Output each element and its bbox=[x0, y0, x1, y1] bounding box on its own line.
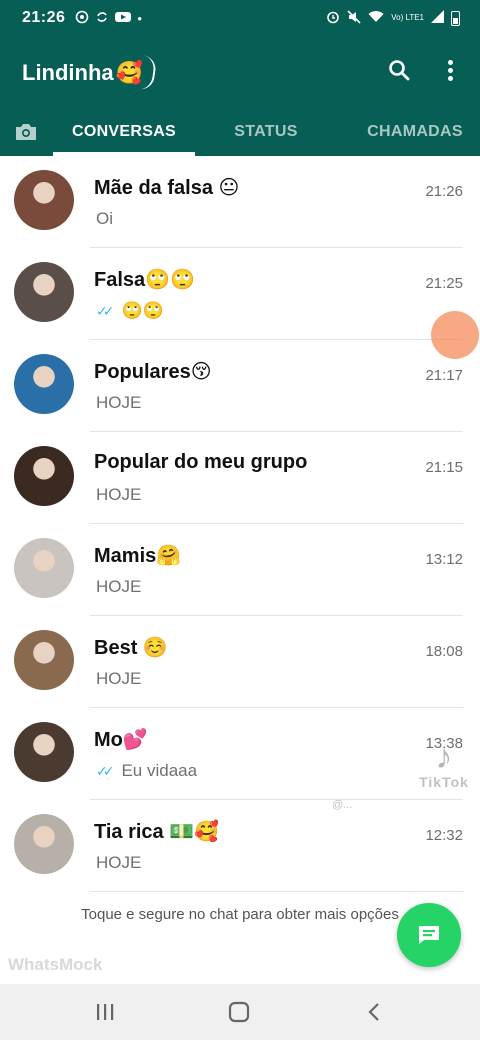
back-icon bbox=[368, 1003, 379, 1021]
home-icon bbox=[228, 1001, 250, 1023]
divider bbox=[90, 891, 463, 892]
tab-status[interactable]: STATUS bbox=[210, 108, 322, 156]
chat-name: Mo💕 bbox=[94, 729, 148, 751]
tiktok-watermark: ♪ TikTok bbox=[412, 740, 476, 790]
chat-row[interactable]: Mamis🤗 13:12 HOJE bbox=[0, 524, 480, 616]
signal-icon bbox=[431, 10, 444, 26]
chat-name: Mãe da falsa 😐 bbox=[94, 177, 240, 199]
chat-preview: ✓✓ 🙄🙄 bbox=[96, 301, 164, 321]
system-nav-bar bbox=[0, 984, 480, 1040]
chat-time: 21:25 bbox=[425, 275, 463, 292]
chat-preview: HOJE bbox=[96, 853, 141, 873]
avatar[interactable] bbox=[14, 354, 74, 414]
mute-icon bbox=[347, 9, 361, 27]
status-bar: 21:26 • Vo) LTE1 bbox=[0, 0, 480, 36]
chat-preview: HOJE bbox=[96, 485, 141, 505]
chat-preview-text: Eu vidaaa bbox=[121, 761, 198, 780]
chat-row[interactable]: Best ☺️ 18:08 HOJE bbox=[0, 616, 480, 708]
youtube-icon bbox=[115, 11, 132, 26]
camera-icon bbox=[16, 124, 36, 140]
tiktok-label: TikTok bbox=[419, 774, 469, 790]
chat-time: 12:32 bbox=[425, 827, 463, 844]
sync-icon bbox=[95, 10, 109, 27]
chat-preview: ✓✓ Eu vidaaa bbox=[96, 761, 197, 781]
chat-time: 13:12 bbox=[425, 551, 463, 568]
avatar[interactable] bbox=[14, 538, 74, 598]
app-title-text: Lindinha bbox=[22, 60, 114, 85]
more-vert-icon bbox=[447, 59, 453, 81]
status-left-icons: • bbox=[75, 10, 142, 27]
search-icon bbox=[389, 60, 410, 81]
tab-conversas[interactable]: CONVERSAS bbox=[53, 108, 195, 156]
tab-bar: CONVERSAS STATUS CHAMADAS bbox=[0, 108, 480, 156]
chat-name: Best ☺️ bbox=[94, 637, 168, 659]
tab-camera[interactable] bbox=[0, 108, 52, 156]
chat-name: Popular do meu grupo bbox=[94, 451, 308, 473]
back-button[interactable] bbox=[344, 984, 404, 1040]
chat-row[interactable]: Mo💕 13:38 ✓✓ Eu vidaaa bbox=[0, 708, 480, 800]
chat-name: Tia rica 💵🥰 bbox=[94, 821, 220, 843]
chat-row[interactable]: Mãe da falsa 😐 21:26 Oi bbox=[0, 156, 480, 248]
status-right-icons: Vo) LTE1 bbox=[326, 9, 460, 27]
app-watermark: WhatsMock bbox=[8, 955, 103, 974]
chat-preview: HOJE bbox=[96, 577, 141, 597]
avatar[interactable] bbox=[14, 170, 74, 230]
tab-chamadas[interactable]: CHAMADAS bbox=[350, 108, 480, 156]
touch-indicator bbox=[431, 311, 479, 359]
message-icon bbox=[419, 926, 439, 944]
chat-row[interactable]: Populares😚 21:17 HOJE bbox=[0, 340, 480, 432]
tiktok-icon: ♪ bbox=[435, 738, 453, 776]
chat-preview-text: HOJE bbox=[96, 669, 142, 688]
chat-time: 21:15 bbox=[425, 459, 463, 476]
avatar[interactable] bbox=[14, 446, 74, 506]
recent-apps-button[interactable] bbox=[75, 984, 135, 1040]
chat-preview: HOJE bbox=[96, 669, 141, 689]
chat-time: 18:08 bbox=[425, 643, 463, 660]
app-title: Lindinha 🥰 bbox=[22, 55, 158, 91]
chat-time: 21:17 bbox=[425, 367, 463, 384]
chat-name: Populares😚 bbox=[94, 361, 212, 383]
recent-apps-icon bbox=[97, 1004, 114, 1020]
chat-preview-text: 🙄🙄 bbox=[121, 301, 164, 320]
double-check-icon: ✓✓ bbox=[96, 762, 115, 779]
chat-preview: Oi bbox=[96, 209, 113, 229]
tiktok-username: @... bbox=[332, 799, 353, 811]
more-options-button[interactable] bbox=[432, 52, 468, 88]
chat-name: Falsa🙄🙄 bbox=[94, 269, 195, 291]
avatar[interactable] bbox=[14, 630, 74, 690]
chat-preview-text: HOJE bbox=[96, 853, 142, 872]
chat-preview-text: HOJE bbox=[96, 393, 142, 412]
battery-icon bbox=[451, 10, 460, 26]
double-check-icon: ✓✓ bbox=[96, 302, 115, 319]
chat-row[interactable]: Popular do meu grupo 21:15 HOJE bbox=[0, 432, 480, 524]
chat-name: Mamis🤗 bbox=[94, 545, 182, 567]
app-bar: Lindinha 🥰 CONVERSAS STATUS CHAMADAS bbox=[0, 36, 480, 156]
chat-preview: HOJE bbox=[96, 393, 141, 413]
heart-doodle-icon bbox=[136, 55, 158, 91]
chat-preview-text: HOJE bbox=[96, 485, 142, 504]
status-time: 21:26 bbox=[22, 9, 66, 26]
avatar[interactable] bbox=[14, 814, 74, 874]
chat-row[interactable]: Tia rica 💵🥰 12:32 HOJE bbox=[0, 800, 480, 892]
avatar[interactable] bbox=[14, 722, 74, 782]
avatar[interactable] bbox=[14, 262, 74, 322]
dot-icon: • bbox=[137, 10, 142, 26]
chat-time: 21:26 bbox=[425, 183, 463, 200]
alarm-icon bbox=[326, 10, 340, 27]
new-chat-button[interactable] bbox=[397, 903, 461, 967]
chat-preview-text: HOJE bbox=[96, 577, 142, 596]
chat-preview-text: Oi bbox=[96, 209, 113, 228]
wifi-icon bbox=[368, 10, 384, 26]
search-button[interactable] bbox=[381, 52, 417, 88]
whatsapp-icon bbox=[75, 10, 89, 27]
chat-row[interactable]: Falsa🙄🙄 21:25 ✓✓ 🙄🙄 bbox=[0, 248, 480, 340]
home-button[interactable] bbox=[209, 984, 269, 1040]
volte-icon: Vo) LTE1 bbox=[391, 13, 424, 22]
